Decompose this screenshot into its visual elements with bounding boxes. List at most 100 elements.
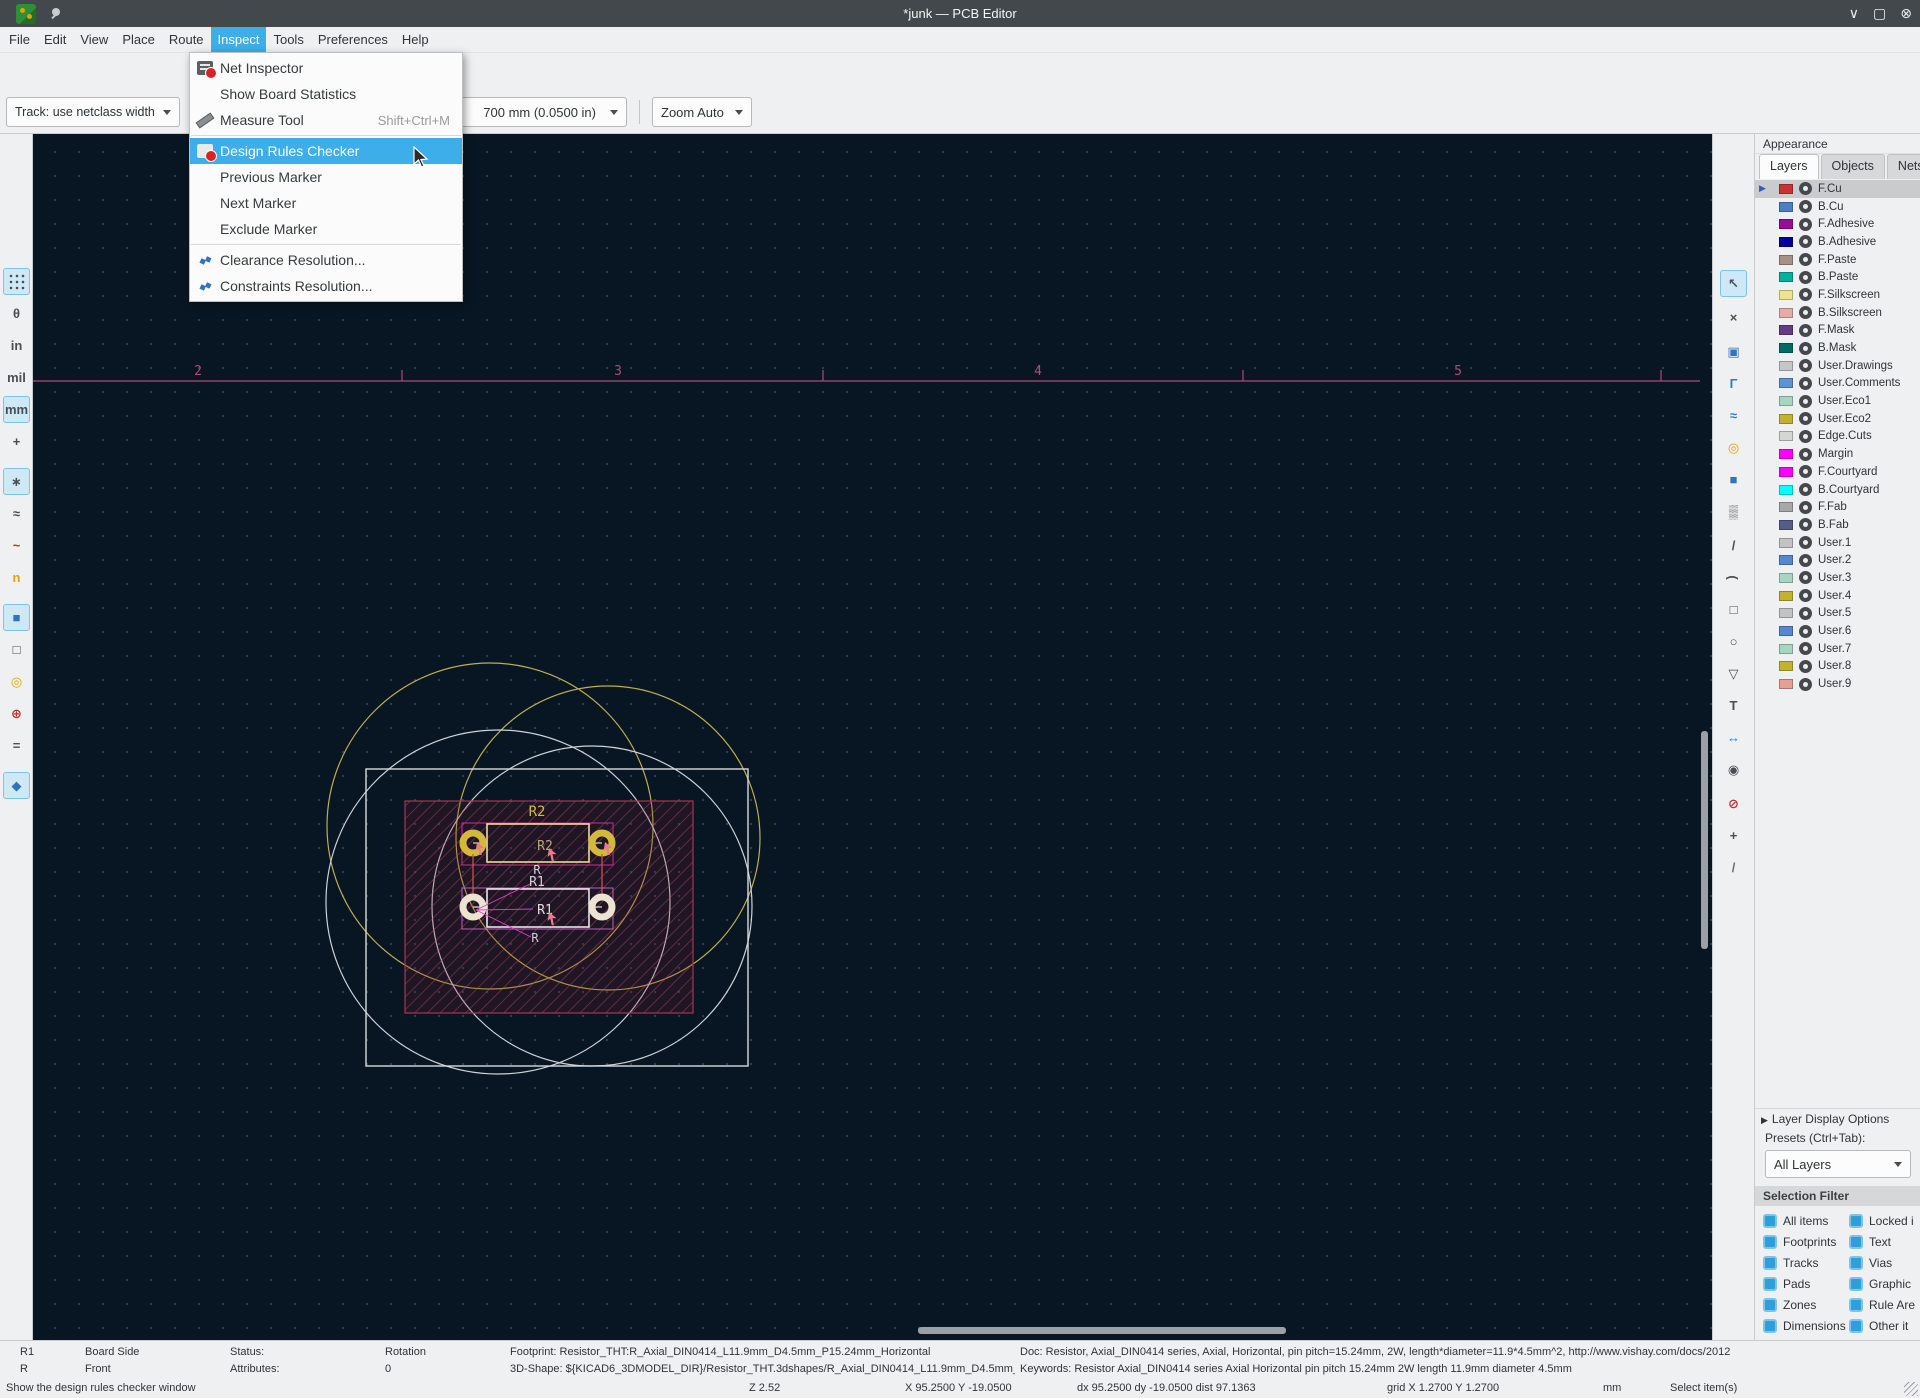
filter-tracks[interactable]: Tracks	[1763, 1256, 1819, 1270]
layer-row-b-silkscreen[interactable]: B.Silkscreen	[1755, 304, 1920, 322]
add-keepout-tool[interactable]: ▒	[1720, 498, 1747, 525]
layer-row-user-eco1[interactable]: User.Eco1	[1755, 392, 1920, 410]
horizontal-scrollbar[interactable]	[918, 1327, 1286, 1334]
menu-item-clearance-resolution[interactable]: ◆◆Clearance Resolution...	[190, 247, 462, 273]
layer-color-swatch[interactable]	[1779, 361, 1793, 371]
menu-view[interactable]: View	[73, 27, 115, 52]
menu-place[interactable]: Place	[115, 27, 162, 52]
r1-below-label[interactable]: R	[531, 931, 539, 945]
ratsnest-visibility-button[interactable]: ∗	[3, 468, 30, 495]
visibility-eye-icon[interactable]	[1799, 536, 1812, 549]
track-sketch-mode-button[interactable]: =	[3, 732, 30, 759]
visibility-eye-icon[interactable]	[1799, 412, 1812, 425]
layer-row-b-adhesive[interactable]: B.Adhesive	[1755, 233, 1920, 251]
visibility-eye-icon[interactable]	[1799, 324, 1812, 337]
visibility-eye-icon[interactable]	[1799, 306, 1812, 319]
filter-locked-i[interactable]: Locked i	[1849, 1214, 1914, 1228]
filter-dimensions[interactable]: Dimensions	[1763, 1319, 1846, 1333]
add-via-tool[interactable]: ◎	[1720, 434, 1747, 461]
via-sketch-mode-button[interactable]: ⊕	[3, 700, 30, 727]
visibility-eye-icon[interactable]	[1799, 607, 1812, 620]
visibility-eye-icon[interactable]	[1799, 660, 1812, 673]
add-dimension-tool[interactable]: ↔	[1720, 724, 1747, 751]
visibility-eye-icon[interactable]	[1799, 377, 1812, 390]
drill-origin-tool[interactable]: +	[1720, 822, 1747, 849]
visibility-eye-icon[interactable]	[1799, 554, 1812, 567]
layer-row-f-paste[interactable]: F.Paste	[1755, 251, 1920, 269]
checkbox-checked[interactable]	[1763, 1235, 1777, 1249]
restore-button[interactable]: ▢	[1873, 5, 1886, 22]
tab-layers[interactable]: Layers	[1759, 154, 1819, 179]
resize-grip[interactable]	[1904, 1382, 1918, 1396]
visibility-eye-icon[interactable]	[1799, 200, 1812, 213]
layer-row-margin[interactable]: Margin	[1755, 445, 1920, 463]
draw-circle-tool[interactable]: ○	[1720, 628, 1747, 655]
set-target-tool[interactable]: ◉	[1720, 756, 1747, 783]
presets-combo[interactable]: All Layers	[1765, 1150, 1911, 1178]
route-tracks-tool[interactable]: Γ	[1720, 370, 1747, 397]
menu-item-measure-tool[interactable]: Measure ToolShift+Ctrl+M	[190, 107, 462, 133]
layer-row-f-cu[interactable]: ▶F.Cu	[1755, 180, 1920, 198]
layer-color-swatch[interactable]	[1779, 538, 1793, 548]
layer-row-user-7[interactable]: User.7	[1755, 640, 1920, 658]
layer-color-swatch[interactable]	[1779, 325, 1793, 335]
close-button[interactable]: ⊗	[1900, 5, 1912, 22]
layer-color-swatch[interactable]	[1779, 237, 1793, 247]
menu-item-constraints-resolution[interactable]: ◆◆Constraints Resolution...	[190, 273, 462, 299]
net-color-mode-button[interactable]: ~	[3, 532, 30, 559]
layer-color-swatch[interactable]	[1779, 414, 1793, 424]
delete-tool[interactable]: ⊘	[1720, 790, 1747, 817]
layer-color-swatch[interactable]	[1779, 378, 1793, 388]
pad-net-names-button[interactable]: n	[3, 564, 30, 591]
layer-row-user-4[interactable]: User.4	[1755, 587, 1920, 605]
filter-zones[interactable]: Zones	[1763, 1298, 1816, 1312]
layers-manager-button[interactable]: ◆	[3, 772, 30, 799]
visibility-eye-icon[interactable]	[1799, 483, 1812, 496]
layer-row-user-9[interactable]: User.9	[1755, 675, 1920, 693]
layer-row-user-5[interactable]: User.5	[1755, 605, 1920, 623]
visibility-eye-icon[interactable]	[1799, 430, 1812, 443]
visibility-eye-icon[interactable]	[1799, 589, 1812, 602]
visibility-eye-icon[interactable]	[1799, 625, 1812, 638]
ratsnest-curved-button[interactable]: ≈	[3, 500, 30, 527]
filter-other-it[interactable]: Other it	[1849, 1319, 1908, 1333]
visibility-eye-icon[interactable]	[1799, 253, 1812, 266]
layer-color-swatch[interactable]	[1779, 431, 1793, 441]
layer-color-swatch[interactable]	[1779, 290, 1793, 300]
checkbox-checked[interactable]	[1849, 1319, 1863, 1333]
checkbox-checked[interactable]	[1849, 1256, 1863, 1270]
layer-color-swatch[interactable]	[1779, 255, 1793, 265]
menu-help[interactable]: Help	[395, 27, 436, 52]
layer-color-swatch[interactable]	[1779, 644, 1793, 654]
pcb-canvas[interactable]: 2345 R2	[33, 134, 1712, 1340]
menu-item-net-inspector[interactable]: Net Inspector	[190, 55, 462, 81]
menu-inspect[interactable]: Inspect	[211, 27, 267, 52]
layer-color-swatch[interactable]	[1779, 591, 1793, 601]
draw-arc-tool[interactable]: (	[1720, 564, 1747, 591]
r2-reference-label[interactable]: R2	[529, 804, 546, 820]
layer-row-user-1[interactable]: User.1	[1755, 534, 1920, 552]
layer-color-swatch[interactable]	[1779, 502, 1793, 512]
layer-row-user-comments[interactable]: User.Comments	[1755, 375, 1920, 393]
cursor-style-button[interactable]: +	[3, 428, 30, 455]
menu-item-next-marker[interactable]: Next Marker	[190, 190, 462, 216]
visibility-eye-icon[interactable]	[1799, 235, 1812, 248]
layer-color-swatch[interactable]	[1779, 343, 1793, 353]
layer-row-f-adhesive[interactable]: F.Adhesive	[1755, 215, 1920, 233]
visibility-eye-icon[interactable]	[1799, 678, 1812, 691]
visibility-eye-icon[interactable]	[1799, 465, 1812, 478]
layer-row-user-8[interactable]: User.8	[1755, 658, 1920, 676]
polar-coords-button[interactable]: θ	[3, 300, 30, 327]
measure-tool[interactable]: /	[1720, 854, 1747, 881]
layer-row-user-drawings[interactable]: User.Drawings	[1755, 357, 1920, 375]
checkbox-checked[interactable]	[1849, 1298, 1863, 1312]
layer-row-f-fab[interactable]: F.Fab	[1755, 498, 1920, 516]
checkbox-checked[interactable]	[1849, 1277, 1863, 1291]
visibility-eye-icon[interactable]	[1799, 395, 1812, 408]
checkbox-checked[interactable]	[1849, 1214, 1863, 1228]
draw-line-tool[interactable]: /	[1720, 532, 1747, 559]
layer-color-swatch[interactable]	[1779, 184, 1793, 194]
layer-color-swatch[interactable]	[1779, 661, 1793, 671]
filter-footprints[interactable]: Footprints	[1763, 1235, 1836, 1249]
filter-pads[interactable]: Pads	[1763, 1277, 1810, 1291]
